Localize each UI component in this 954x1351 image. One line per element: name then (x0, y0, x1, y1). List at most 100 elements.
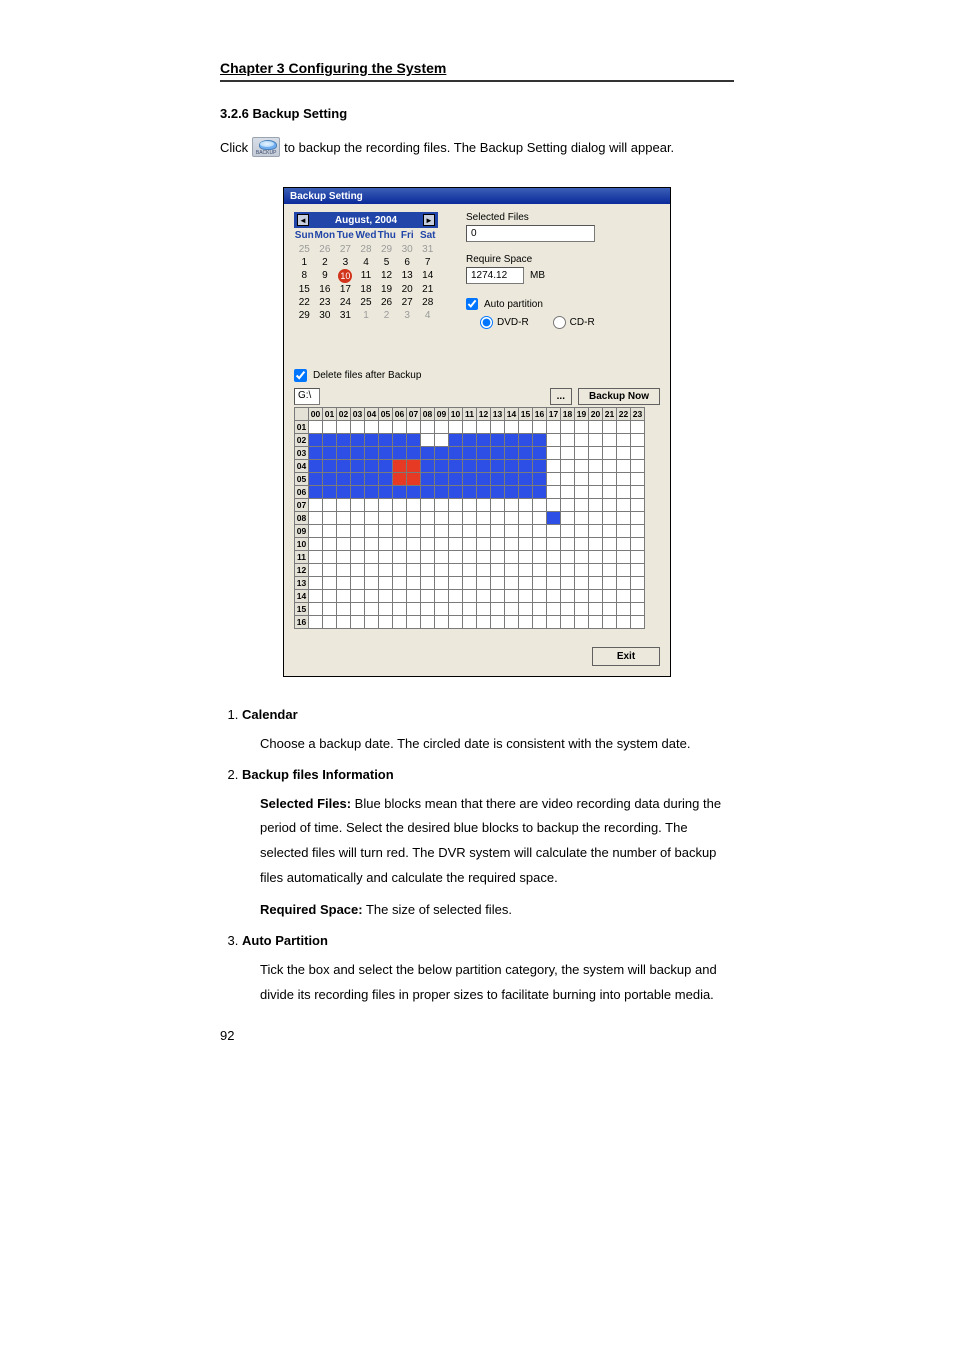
timeline-cell[interactable] (351, 473, 365, 486)
timeline-cell[interactable] (337, 434, 351, 447)
timeline-cell[interactable] (323, 434, 337, 447)
timeline-cell[interactable] (477, 551, 491, 564)
timeline-cell[interactable] (631, 473, 645, 486)
timeline-cell[interactable] (379, 564, 393, 577)
timeline-cell[interactable] (561, 577, 575, 590)
timeline-cell[interactable] (421, 473, 435, 486)
timeline-cell[interactable] (519, 564, 533, 577)
day-cell[interactable]: 10 (335, 269, 356, 283)
timeline-cell[interactable] (477, 447, 491, 460)
timeline-cell[interactable] (407, 434, 421, 447)
day-cell[interactable]: 4 (356, 256, 377, 269)
timeline-cell[interactable] (575, 460, 589, 473)
day-cell[interactable]: 9 (315, 269, 336, 283)
timeline-cell[interactable] (337, 577, 351, 590)
timeline-cell[interactable] (575, 564, 589, 577)
timeline-cell[interactable] (449, 564, 463, 577)
timeline-cell[interactable] (603, 421, 617, 434)
timeline-cell[interactable] (365, 499, 379, 512)
timeline-cell[interactable] (379, 460, 393, 473)
delete-after-backup-input[interactable] (294, 369, 307, 382)
timeline-cell[interactable] (589, 499, 603, 512)
next-month-button[interactable]: ► (423, 214, 435, 226)
timeline-cell[interactable] (407, 486, 421, 499)
day-cell[interactable]: 1 (356, 309, 377, 322)
timeline-cell[interactable] (603, 447, 617, 460)
timeline-cell[interactable] (435, 603, 449, 616)
cd-radio[interactable]: CD-R (553, 316, 595, 329)
timeline-cell[interactable] (337, 616, 351, 629)
timeline-cell[interactable] (561, 616, 575, 629)
timeline-cell[interactable] (337, 421, 351, 434)
timeline-cell[interactable] (393, 577, 407, 590)
timeline-cell[interactable] (463, 434, 477, 447)
timeline-cell[interactable] (351, 603, 365, 616)
timeline-cell[interactable] (421, 460, 435, 473)
timeline-cell[interactable] (547, 603, 561, 616)
timeline-cell[interactable] (463, 551, 477, 564)
timeline-cell[interactable] (617, 603, 631, 616)
timeline-cell[interactable] (631, 486, 645, 499)
timeline-cell[interactable] (491, 551, 505, 564)
timeline-cell[interactable] (505, 564, 519, 577)
timeline-cell[interactable] (575, 616, 589, 629)
timeline-cell[interactable] (519, 486, 533, 499)
timeline-cell[interactable] (617, 512, 631, 525)
timeline-cell[interactable] (463, 473, 477, 486)
timeline-cell[interactable] (379, 603, 393, 616)
timeline-cell[interactable] (505, 434, 519, 447)
timeline-cell[interactable] (449, 616, 463, 629)
timeline-cell[interactable] (351, 421, 365, 434)
timeline-cell[interactable] (351, 447, 365, 460)
day-cell[interactable]: 7 (417, 256, 438, 269)
timeline-cell[interactable] (603, 486, 617, 499)
timeline-cell[interactable] (603, 590, 617, 603)
timeline-cell[interactable] (449, 512, 463, 525)
timeline-cell[interactable] (561, 551, 575, 564)
timeline-cell[interactable] (547, 538, 561, 551)
timeline-cell[interactable] (491, 525, 505, 538)
timeline-cell[interactable] (491, 603, 505, 616)
timeline-cell[interactable] (407, 564, 421, 577)
timeline-cell[interactable] (533, 499, 547, 512)
timeline-cell[interactable] (631, 525, 645, 538)
timeline-cell[interactable] (589, 603, 603, 616)
timeline-cell[interactable] (561, 512, 575, 525)
timeline-cell[interactable] (603, 525, 617, 538)
timeline-cell[interactable] (435, 616, 449, 629)
timeline-cell[interactable] (519, 473, 533, 486)
timeline-cell[interactable] (407, 499, 421, 512)
timeline-cell[interactable] (407, 525, 421, 538)
timeline-cell[interactable] (421, 525, 435, 538)
timeline-cell[interactable] (379, 616, 393, 629)
timeline-cell[interactable] (519, 499, 533, 512)
day-cell[interactable]: 2 (376, 309, 397, 322)
timeline-cell[interactable] (603, 603, 617, 616)
day-cell[interactable]: 28 (356, 243, 377, 256)
timeline-cell[interactable] (505, 473, 519, 486)
timeline-cell[interactable] (589, 460, 603, 473)
timeline-cell[interactable] (365, 603, 379, 616)
timeline-cell[interactable] (337, 460, 351, 473)
timeline-cell[interactable] (505, 603, 519, 616)
timeline-cell[interactable] (449, 460, 463, 473)
timeline-cell[interactable] (491, 590, 505, 603)
timeline-cell[interactable] (337, 447, 351, 460)
timeline-cell[interactable] (463, 499, 477, 512)
timeline-cell[interactable] (491, 447, 505, 460)
timeline-cell[interactable] (393, 538, 407, 551)
timeline-cell[interactable] (435, 447, 449, 460)
day-cell[interactable]: 11 (356, 269, 377, 283)
timeline-cell[interactable] (575, 538, 589, 551)
day-cell[interactable]: 25 (294, 243, 315, 256)
timeline-cell[interactable] (561, 447, 575, 460)
timeline-cell[interactable] (393, 603, 407, 616)
timeline-cell[interactable] (533, 434, 547, 447)
timeline-cell[interactable] (449, 551, 463, 564)
day-cell[interactable]: 31 (417, 243, 438, 256)
timeline-cell[interactable] (589, 434, 603, 447)
timeline-cell[interactable] (561, 486, 575, 499)
timeline-cell[interactable] (393, 434, 407, 447)
timeline-cell[interactable] (575, 421, 589, 434)
timeline-cell[interactable] (407, 512, 421, 525)
